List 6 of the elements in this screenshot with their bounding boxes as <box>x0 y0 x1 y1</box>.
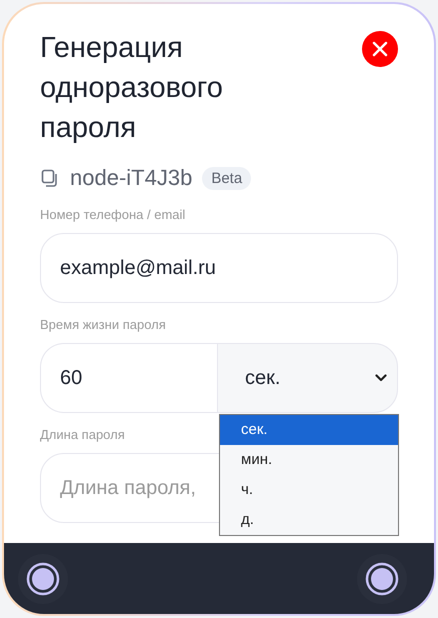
field-label: Номер телефона / email <box>40 207 186 223</box>
dialog-title: Генерация одноразового пароля <box>40 31 224 146</box>
field-label: Время жизни пароля <box>40 317 166 333</box>
beta-badge: Beta <box>202 166 252 190</box>
node-id: node-iT4J3b <box>70 165 192 191</box>
field-label: Длина пароля <box>40 427 125 443</box>
